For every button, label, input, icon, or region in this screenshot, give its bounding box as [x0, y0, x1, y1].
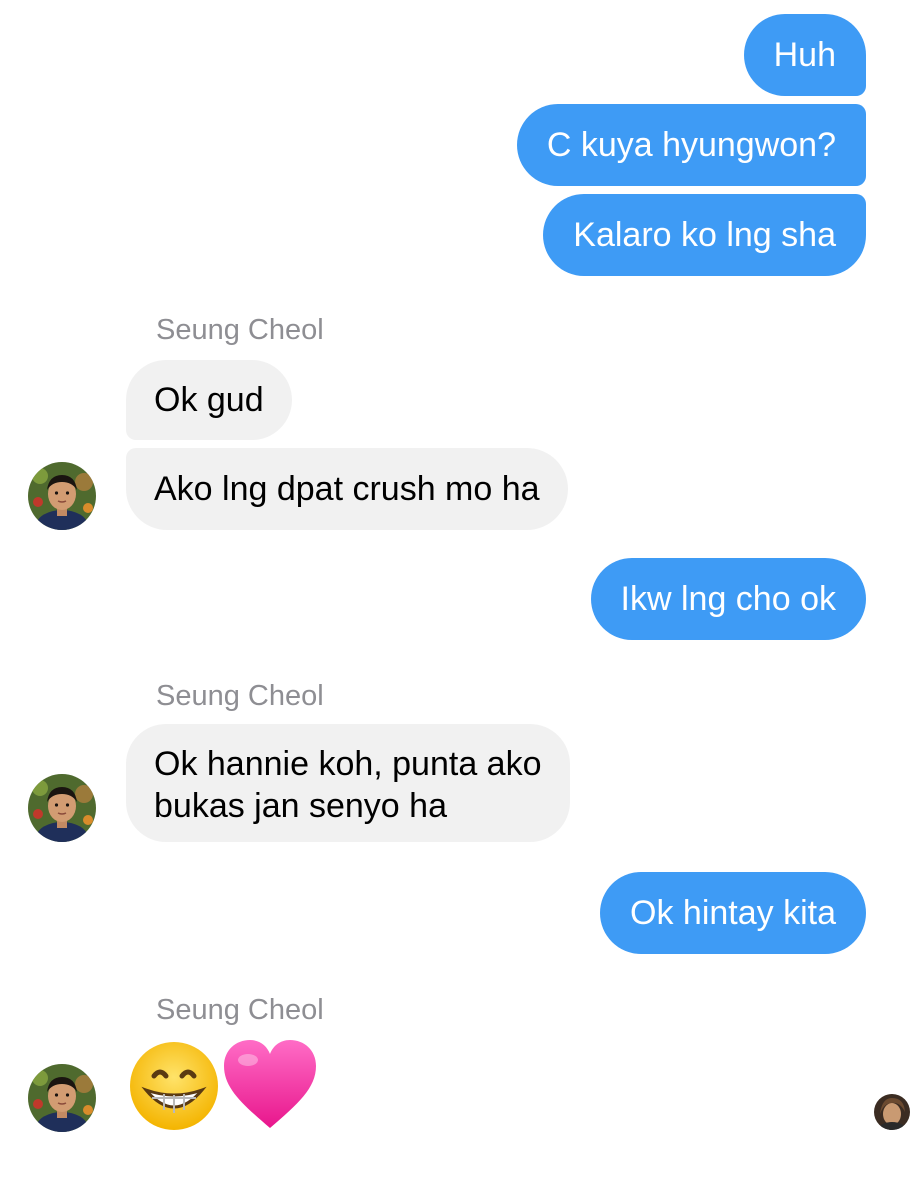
grinning-face-emoji[interactable] [128, 1040, 220, 1137]
contact-avatar[interactable] [28, 774, 96, 842]
message-text: C kuya hyungwon? [546, 126, 836, 164]
grinning-face-icon [130, 1042, 218, 1130]
read-receipt-photo [874, 1094, 910, 1130]
message-bubble-outgoing[interactable]: Kalaro ko lng sha [543, 194, 866, 276]
message-text: Ok gud [154, 381, 264, 419]
sender-name: Seung Cheol [156, 994, 324, 1026]
contact-avatar[interactable] [28, 462, 96, 530]
message-text: Huh [773, 36, 836, 74]
message-bubble-outgoing[interactable]: Ikw lng cho ok [590, 558, 866, 640]
contact-avatar[interactable] [28, 1064, 96, 1132]
avatar-photo [28, 462, 96, 530]
message-text: Ako lng dpat crush mo ha [154, 470, 540, 508]
pink-heart-emoji[interactable] [222, 1038, 318, 1137]
message-bubble-incoming[interactable]: Ako lng dpat crush mo ha [126, 448, 568, 530]
message-bubble-outgoing[interactable]: C kuya hyungwon? [516, 104, 866, 186]
message-text-line: bukas jan senyo ha [154, 787, 447, 825]
message-text: Kalaro ko lng sha [573, 216, 836, 254]
message-bubble-incoming[interactable]: Ok hannie koh, punta ako bukas jan senyo… [126, 724, 570, 842]
avatar-photo [28, 774, 96, 842]
message-text-line: Ok hannie koh, punta ako [154, 745, 542, 783]
read-receipt-avatar [874, 1094, 910, 1130]
message-text: Ikw lng cho ok [620, 580, 836, 618]
message-bubble-outgoing[interactable]: Ok hintay kita [600, 872, 866, 954]
message-text: Ok hintay kita [630, 894, 836, 932]
sender-name: Seung Cheol [156, 680, 324, 712]
message-bubble-outgoing[interactable]: Huh [743, 14, 866, 96]
sender-name: Seung Cheol [156, 314, 324, 346]
pink-heart-icon [224, 1040, 316, 1128]
avatar-photo [28, 1064, 96, 1132]
message-bubble-incoming[interactable]: Ok gud [126, 360, 292, 440]
